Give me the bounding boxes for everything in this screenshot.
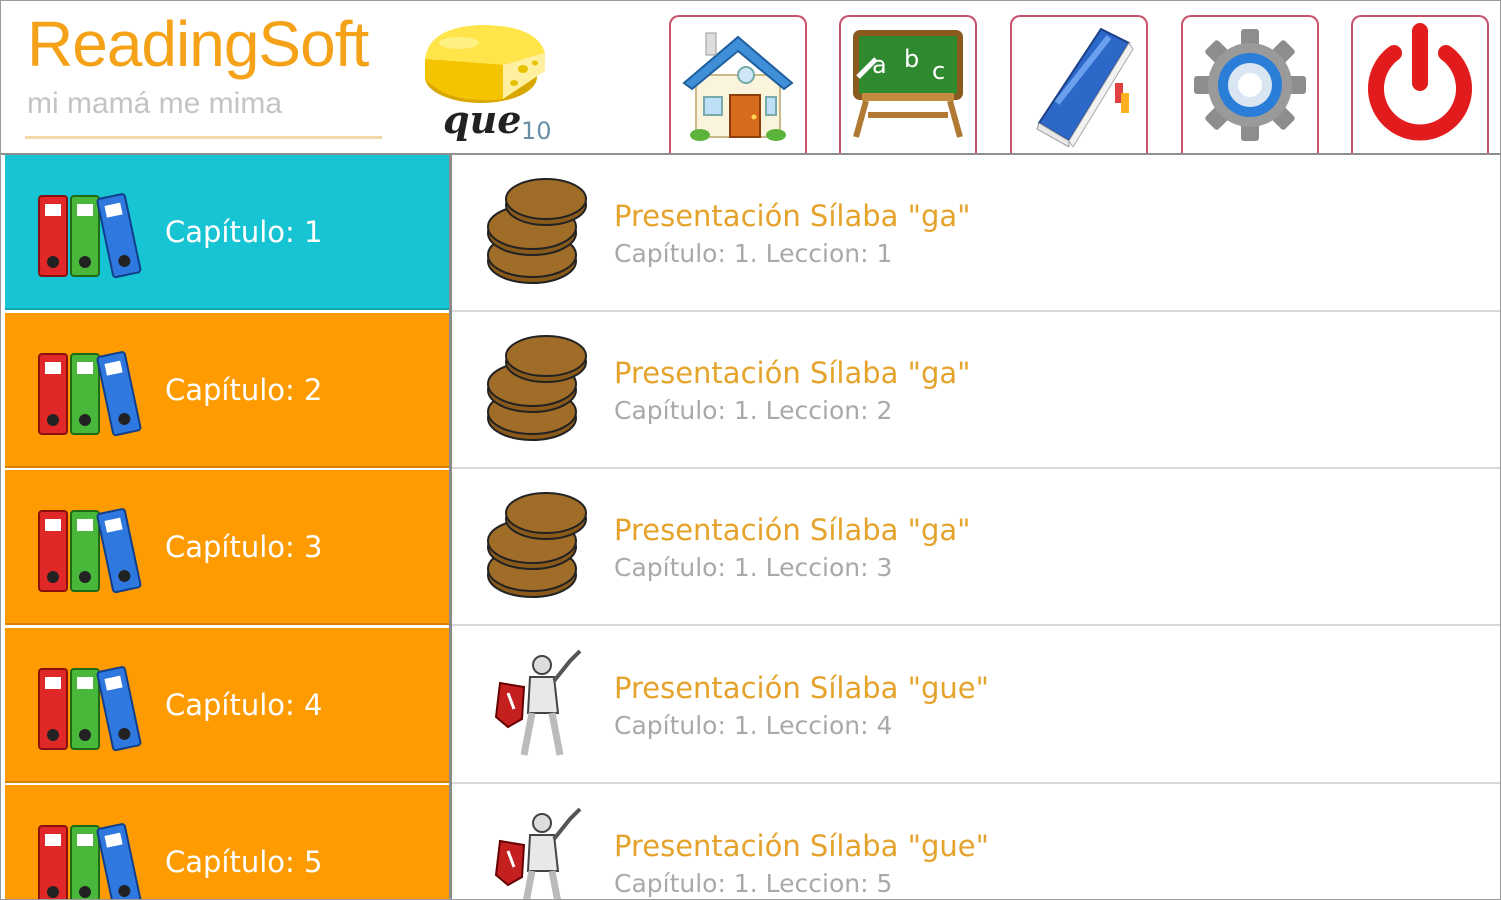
chapter-item-1[interactable]: Capítulo: 1	[5, 155, 449, 310]
gear-icon	[1194, 29, 1306, 141]
chapter-item-2[interactable]: Capítulo: 2	[5, 313, 449, 468]
svg-text:b: b	[904, 45, 919, 73]
abc-chalkboard-icon: a b c	[853, 30, 963, 138]
binders-icon	[38, 351, 142, 437]
book-button[interactable]	[1010, 15, 1148, 153]
chapter-item-5[interactable]: Capítulo: 5	[5, 785, 449, 899]
app-title: ReadingSoft	[27, 8, 369, 80]
app-window: ReadingSoft mi mamá me mima que 10 a b c…	[0, 0, 1501, 900]
title-underline	[25, 136, 382, 139]
chapter-sidebar: Capítulo: 1 Capítulo: 2 Capítulo: 3 Capí…	[1, 155, 449, 899]
logo-number: 10	[521, 117, 552, 145]
chapter-label: Capítulo: 4	[165, 688, 323, 722]
knight-icon	[494, 649, 582, 756]
chapter-item-3[interactable]: Capítulo: 3	[5, 470, 449, 625]
lesson-item-2[interactable]: Presentación Sílaba "ga" Capítulo: 1. Le…	[452, 312, 1500, 469]
cookies-icon	[487, 335, 587, 441]
lesson-title: Presentación Sílaba "ga"	[614, 356, 971, 390]
cookies-icon	[487, 492, 587, 598]
alphabet-button[interactable]: a b c	[839, 15, 977, 153]
lesson-item-5[interactable]: Presentación Sílaba "gue" Capítulo: 1. L…	[452, 785, 1500, 899]
book-icon	[1036, 27, 1134, 147]
lesson-subtitle: Capítulo: 1. Leccion: 4	[614, 711, 893, 740]
logo-word: que	[443, 97, 522, 142]
app-subtitle: mi mamá me mima	[27, 87, 283, 120]
lesson-item-3[interactable]: Presentación Sílaba "ga" Capítulo: 1. Le…	[452, 469, 1500, 626]
svg-text:c: c	[932, 57, 945, 85]
house-icon	[682, 32, 794, 141]
lesson-title: Presentación Sílaba "gue"	[614, 671, 989, 705]
chapter-label: Capítulo: 1	[165, 215, 323, 249]
header-bar: ReadingSoft mi mamá me mima que 10 a b c	[1, 1, 1500, 155]
cheese-logo-icon	[425, 25, 545, 103]
lesson-title: Presentación Sílaba "ga"	[614, 513, 971, 547]
binders-icon	[38, 508, 142, 594]
chapter-label: Capítulo: 2	[165, 373, 323, 407]
knight-icon	[494, 807, 582, 899]
lesson-subtitle: Capítulo: 1. Leccion: 1	[614, 239, 893, 268]
cookies-icon	[487, 178, 587, 284]
home-button[interactable]	[669, 15, 807, 153]
svg-text:a: a	[872, 51, 887, 79]
binders-icon	[38, 666, 142, 752]
lesson-subtitle: Capítulo: 1. Leccion: 2	[614, 396, 893, 425]
lesson-subtitle: Capítulo: 1. Leccion: 3	[614, 553, 893, 582]
lesson-title: Presentación Sílaba "ga"	[614, 199, 971, 233]
settings-button[interactable]	[1181, 15, 1319, 153]
power-icon	[1368, 23, 1472, 141]
binders-icon	[38, 193, 142, 279]
chapter-label: Capítulo: 5	[165, 845, 323, 879]
lesson-list: Presentación Sílaba "ga" Capítulo: 1. Le…	[452, 155, 1500, 899]
chapter-item-4[interactable]: Capítulo: 4	[5, 628, 449, 783]
lesson-item-4[interactable]: Presentación Sílaba "gue" Capítulo: 1. L…	[452, 627, 1500, 784]
lesson-title: Presentación Sílaba "gue"	[614, 829, 989, 863]
chapter-label: Capítulo: 3	[165, 530, 323, 564]
lesson-subtitle: Capítulo: 1. Leccion: 5	[614, 869, 893, 898]
binders-icon	[38, 823, 142, 899]
power-button[interactable]	[1351, 15, 1489, 153]
lesson-item-1[interactable]: Presentación Sílaba "ga" Capítulo: 1. Le…	[452, 155, 1500, 312]
